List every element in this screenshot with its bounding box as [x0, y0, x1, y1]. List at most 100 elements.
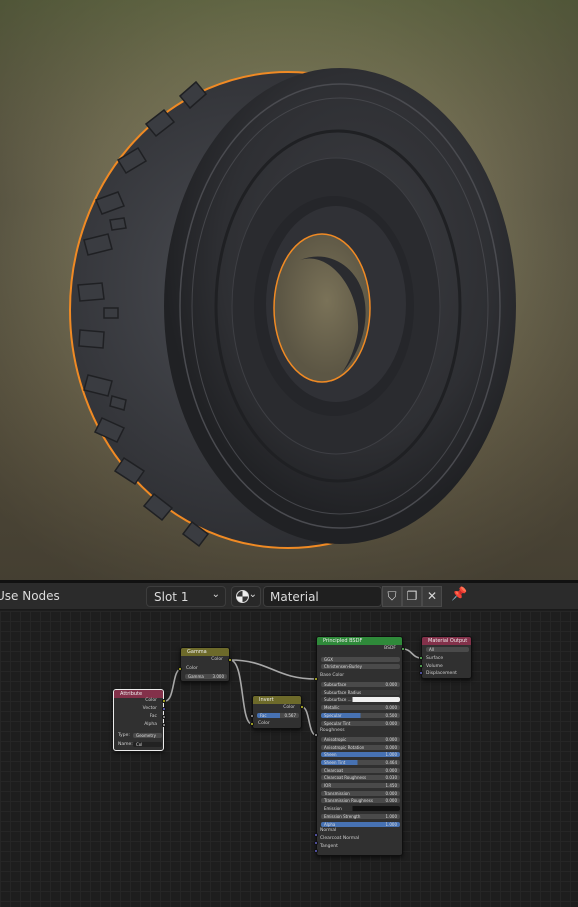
displacement-input-socket[interactable]	[419, 671, 423, 675]
surface-input-socket[interactable]	[419, 656, 423, 660]
tire-render[interactable]	[0, 0, 578, 580]
sheen-tint-field[interactable]: Sheen Tint 0.464	[321, 760, 400, 765]
attribute-node[interactable]: Attribute Color Vector Fac Alpha Type: G…	[113, 689, 164, 751]
bsdf-output-socket[interactable]	[401, 647, 405, 651]
volume-input-socket[interactable]	[419, 664, 423, 668]
material-browse-button[interactable]: ⌄	[231, 586, 261, 607]
tangent-socket[interactable]	[314, 849, 318, 853]
clearcoat-normal-label: Clearcoat Normal	[320, 836, 360, 841]
normal-label: Normal	[320, 828, 337, 833]
material-name: Material	[270, 590, 319, 604]
invert-color-output-socket[interactable]	[300, 705, 304, 709]
name-label: Name:	[118, 742, 133, 747]
chevron-down-icon: ⌄	[248, 589, 257, 600]
attribute-vector-socket[interactable]	[162, 707, 166, 711]
use-nodes-label[interactable]: Use Nodes	[0, 589, 60, 603]
material-output-header[interactable]: Material Output	[422, 637, 471, 645]
duplicate-material-button[interactable]: ❐	[402, 586, 422, 607]
link-attribute-gamma	[164, 668, 182, 702]
emission-field[interactable]: Emission	[321, 806, 400, 811]
anisotropic-rotation-field[interactable]: Anisotropic Rotation 0.000	[321, 745, 400, 750]
invert-fac-input-socket[interactable]	[250, 714, 254, 718]
link-gamma-bsdf	[229, 659, 317, 680]
surface-input-label: Surface	[426, 656, 444, 661]
type-dropdown[interactable]: Geometry	[133, 733, 162, 738]
invert-color-input-socket[interactable]	[250, 722, 254, 726]
output-color-label: Color	[145, 698, 157, 703]
gamma-color-output-socket[interactable]	[228, 658, 232, 662]
gamma-value-field[interactable]: Gamma 3.000	[185, 674, 227, 679]
output-fac-label: Fac	[149, 714, 157, 719]
ior-field[interactable]: IOR 1.450	[321, 783, 400, 788]
principled-bsdf-node[interactable]: Principled BSDF BSDF GGX Christensen-Bur…	[316, 636, 403, 856]
attribute-fac-socket[interactable]	[162, 715, 166, 719]
anisotropic-field[interactable]: Anisotropic 0.000	[321, 737, 400, 742]
name-field[interactable]: Col	[133, 742, 162, 747]
link-gamma-invert	[229, 659, 253, 725]
subsurface-radius-dropdown[interactable]: Subsurface Radius	[321, 690, 400, 695]
roughness-label: Roughness	[320, 728, 345, 733]
specular-field[interactable]: Specular 0.500	[321, 713, 400, 718]
node-title: Gamma	[187, 649, 207, 655]
3d-viewport[interactable]	[0, 0, 578, 580]
invert-node[interactable]: Invert Color Fac 0.567 Color	[252, 695, 302, 729]
transmission-field[interactable]: Transmission 0.000	[321, 791, 400, 796]
metallic-field[interactable]: Metallic 0.000	[321, 705, 400, 710]
base-color-socket[interactable]	[314, 677, 318, 681]
output-bsdf-label: BSDF	[384, 646, 396, 651]
subsurface-color-field[interactable]: Subsurface ...	[321, 697, 400, 702]
attribute-alpha-socket[interactable]	[162, 723, 166, 727]
type-label: Type:	[118, 733, 130, 738]
shield-icon: ⛉	[387, 589, 397, 603]
attribute-node-header[interactable]: Attribute	[114, 690, 163, 698]
alpha-field[interactable]: Alpha 1.000	[321, 822, 400, 827]
transmission-roughness-field[interactable]: Transmission Roughness 0.000	[321, 798, 400, 803]
output-color-label: Color	[283, 705, 295, 710]
copy-icon: ❐	[406, 589, 418, 603]
target-dropdown[interactable]: All	[426, 647, 469, 652]
gamma-color-input-socket[interactable]	[178, 667, 182, 671]
tangent-label: Tangent	[320, 844, 338, 849]
invert-node-header[interactable]: Invert	[253, 696, 301, 704]
distribution-dropdown[interactable]: GGX	[321, 657, 400, 662]
emission-strength-field[interactable]: Emission Strength 1.000	[321, 814, 400, 819]
subsurface-method-dropdown[interactable]: Christensen-Burley	[321, 664, 400, 669]
sheen-field[interactable]: Sheen 1.000	[321, 752, 400, 757]
node-editor-header: Use Nodes Slot 1 ⌄ ⌄ Material ⛉ ❐ ✕ 📌	[0, 583, 578, 610]
clearcoat-field[interactable]: Clearcoat 0.000	[321, 768, 400, 773]
node-editor-canvas[interactable]: Attribute Color Vector Fac Alpha Type: G…	[0, 611, 578, 907]
node-title: Invert	[259, 697, 274, 703]
node-links	[164, 648, 422, 736]
displacement-input-label: Displacement	[426, 671, 457, 676]
clearcoat-normal-socket[interactable]	[314, 841, 318, 845]
fake-user-button[interactable]: ⛉	[382, 586, 402, 607]
fac-slider[interactable]: Fac 0.567	[257, 713, 299, 718]
material-name-field[interactable]: Material	[263, 586, 382, 607]
gamma-node-header[interactable]: Gamma	[181, 648, 229, 656]
material-sphere-icon	[236, 590, 249, 603]
close-icon: ✕	[426, 589, 438, 603]
gamma-node[interactable]: Gamma Color Color Gamma 3.000	[180, 647, 230, 682]
bsdf-node-header[interactable]: Principled BSDF	[317, 637, 402, 645]
node-title: Principled BSDF	[323, 638, 363, 644]
output-color-label: Color	[211, 657, 223, 662]
subsurface-field[interactable]: Subsurface 0.000	[321, 682, 400, 687]
specular-tint-field[interactable]: Specular Tint 0.000	[321, 721, 400, 726]
node-title: Attribute	[120, 691, 143, 697]
base-color-label: Base Color	[320, 673, 345, 678]
input-color-label: Color	[186, 666, 198, 671]
material-output-node[interactable]: Material Output All Surface Volume Displ…	[421, 636, 472, 679]
link-invert-bsdf	[301, 706, 317, 736]
chevron-down-icon: ⌄	[211, 589, 220, 600]
input-color-label: Color	[258, 721, 270, 726]
roughness-socket[interactable]	[314, 733, 318, 737]
clearcoat-roughness-field[interactable]: Clearcoat Roughness 0.030	[321, 775, 400, 780]
unlink-material-button[interactable]: ✕	[422, 586, 442, 607]
normal-socket[interactable]	[314, 833, 318, 837]
attribute-color-socket[interactable]	[162, 699, 166, 703]
output-alpha-label: Alpha	[144, 722, 157, 727]
slot-dropdown[interactable]: Slot 1 ⌄	[146, 586, 226, 607]
node-title: Material Output	[428, 638, 468, 644]
pin-icon[interactable]: 📌	[451, 587, 467, 602]
slot-label: Slot 1	[154, 590, 189, 604]
